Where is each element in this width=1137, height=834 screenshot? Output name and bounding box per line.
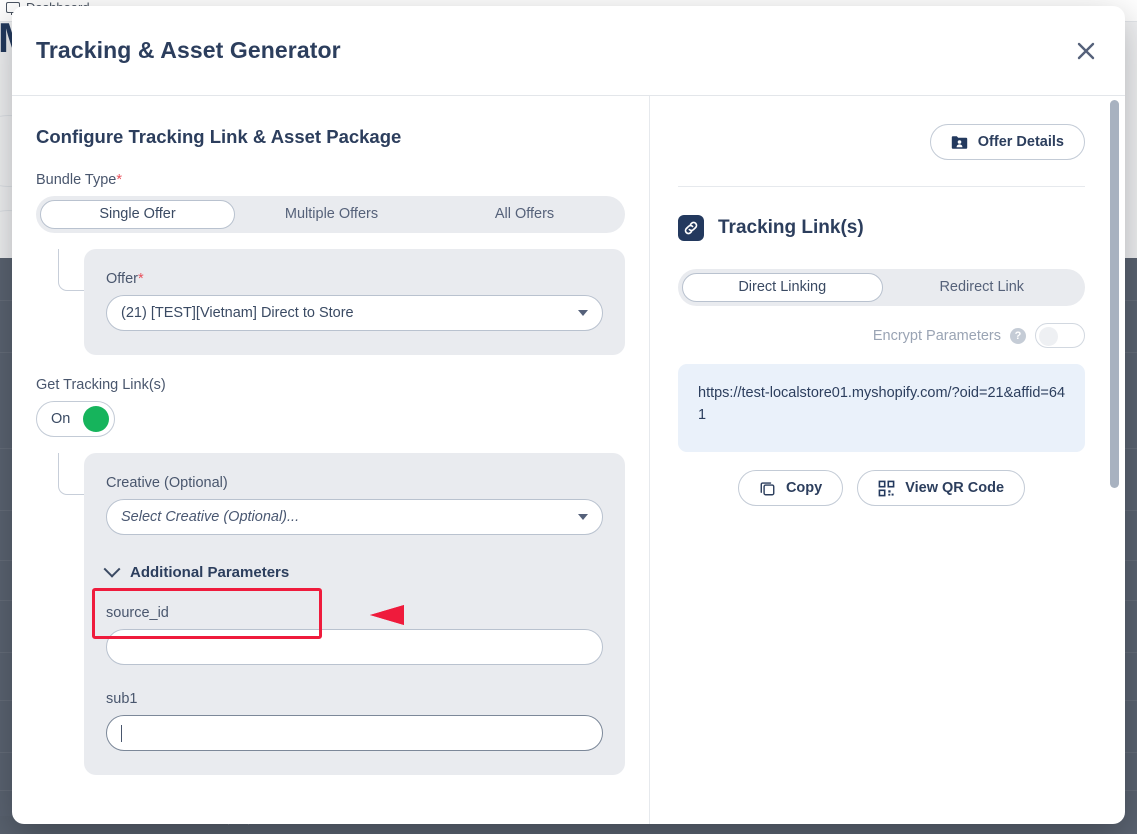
encrypt-parameters-toggle[interactable]: [1035, 323, 1085, 348]
copy-button-label: Copy: [786, 480, 822, 496]
chevron-down-icon: [578, 514, 588, 520]
qr-code-icon: [878, 480, 895, 497]
additional-parameters-accordion[interactable]: Additional Parameters: [106, 555, 603, 589]
offer-details-button-label: Offer Details: [978, 134, 1064, 150]
param-label: sub1: [106, 691, 603, 707]
tracking-url-display[interactable]: https://test-localstore01.myshopify.com/…: [678, 364, 1085, 452]
creative-nested-wrap: Creative (Optional) Select Creative (Opt…: [36, 453, 625, 775]
connector-elbow: [58, 453, 84, 495]
encrypt-parameters-row: Encrypt Parameters ?: [678, 323, 1085, 348]
tracking-url-actions: Copy View QR Code: [678, 470, 1085, 506]
copy-button[interactable]: Copy: [738, 470, 843, 506]
connector-elbow: [58, 249, 84, 291]
offer-nested-wrap: Offer* (21) [TEST][Vietnam] Direct to St…: [36, 249, 625, 355]
source-id-input[interactable]: [106, 629, 603, 665]
chevron-down-icon: [578, 310, 588, 316]
tab-single-offer[interactable]: Single Offer: [40, 200, 235, 229]
param-field-sub1: sub1: [106, 691, 603, 751]
text-cursor: [121, 725, 122, 742]
folder-user-icon: [951, 135, 968, 150]
required-marker: *: [116, 172, 122, 188]
divider: [678, 186, 1085, 187]
offer-details-row: Offer Details: [678, 124, 1085, 160]
offer-select-value: (21) [TEST][Vietnam] Direct to Store: [121, 305, 354, 321]
creative-select-placeholder: Select Creative (Optional)...: [121, 509, 299, 525]
modal-header: Tracking & Asset Generator: [12, 6, 1125, 96]
tracking-links-title: Tracking Link(s): [718, 217, 864, 239]
page-root: Dashboard M Tracking & Asset Generator: [0, 0, 1137, 834]
creative-select[interactable]: Select Creative (Optional)...: [106, 499, 603, 535]
copy-icon: [759, 480, 776, 497]
tracking-link-panel: Offer Details Tracking Link(s) Direct Li…: [650, 96, 1125, 824]
toggle-knob: [83, 406, 109, 432]
tab-multiple-offers[interactable]: Multiple Offers: [235, 200, 428, 229]
offer-card: Offer* (21) [TEST][Vietnam] Direct to St…: [84, 249, 625, 355]
view-qr-code-button-label: View QR Code: [905, 480, 1004, 496]
offer-details-button[interactable]: Offer Details: [930, 124, 1085, 160]
sub1-input[interactable]: [106, 715, 603, 751]
creative-label: Creative (Optional): [106, 475, 603, 491]
tab-direct-linking[interactable]: Direct Linking: [682, 273, 883, 302]
close-icon[interactable]: [1069, 34, 1103, 68]
param-label: source_id: [106, 605, 603, 621]
view-qr-code-button[interactable]: View QR Code: [857, 470, 1025, 506]
question-mark-icon[interactable]: ?: [1010, 328, 1026, 344]
app-footer-block: [228, 825, 250, 834]
configure-panel: Configure Tracking Link & Asset Package …: [12, 96, 650, 824]
bundle-type-label: Bundle Type*: [36, 172, 625, 188]
chevron-down-icon: [104, 561, 121, 578]
param-field-source-id: source_id: [106, 605, 603, 665]
tab-redirect-link[interactable]: Redirect Link: [883, 273, 1082, 302]
page-title: Tracking & Asset Generator: [36, 37, 341, 64]
tracking-asset-generator-modal: Tracking & Asset Generator Configure Tra…: [12, 6, 1125, 824]
required-marker: *: [138, 271, 144, 287]
offer-label: Offer*: [106, 271, 603, 287]
bundle-type-segmented-control[interactable]: Single Offer Multiple Offers All Offers: [36, 196, 625, 233]
creative-card: Creative (Optional) Select Creative (Opt…: [84, 453, 625, 775]
modal-scrollbar-thumb[interactable]: [1110, 100, 1119, 488]
link-mode-segmented-control[interactable]: Direct Linking Redirect Link: [678, 269, 1085, 306]
modal-body: Configure Tracking Link & Asset Package …: [12, 96, 1125, 824]
get-tracking-toggle[interactable]: On: [36, 401, 115, 437]
additional-parameters-label: Additional Parameters: [130, 564, 289, 581]
offer-select[interactable]: (21) [TEST][Vietnam] Direct to Store: [106, 295, 603, 331]
tab-all-offers[interactable]: All Offers: [428, 200, 621, 229]
encrypt-parameters-label: Encrypt Parameters: [873, 328, 1001, 344]
tracking-links-header: Tracking Link(s): [678, 215, 1085, 241]
section-heading: Configure Tracking Link & Asset Package: [36, 126, 625, 148]
get-tracking-toggle-state: On: [51, 411, 70, 427]
link-icon: [678, 215, 704, 241]
get-tracking-label: Get Tracking Link(s): [36, 377, 625, 393]
